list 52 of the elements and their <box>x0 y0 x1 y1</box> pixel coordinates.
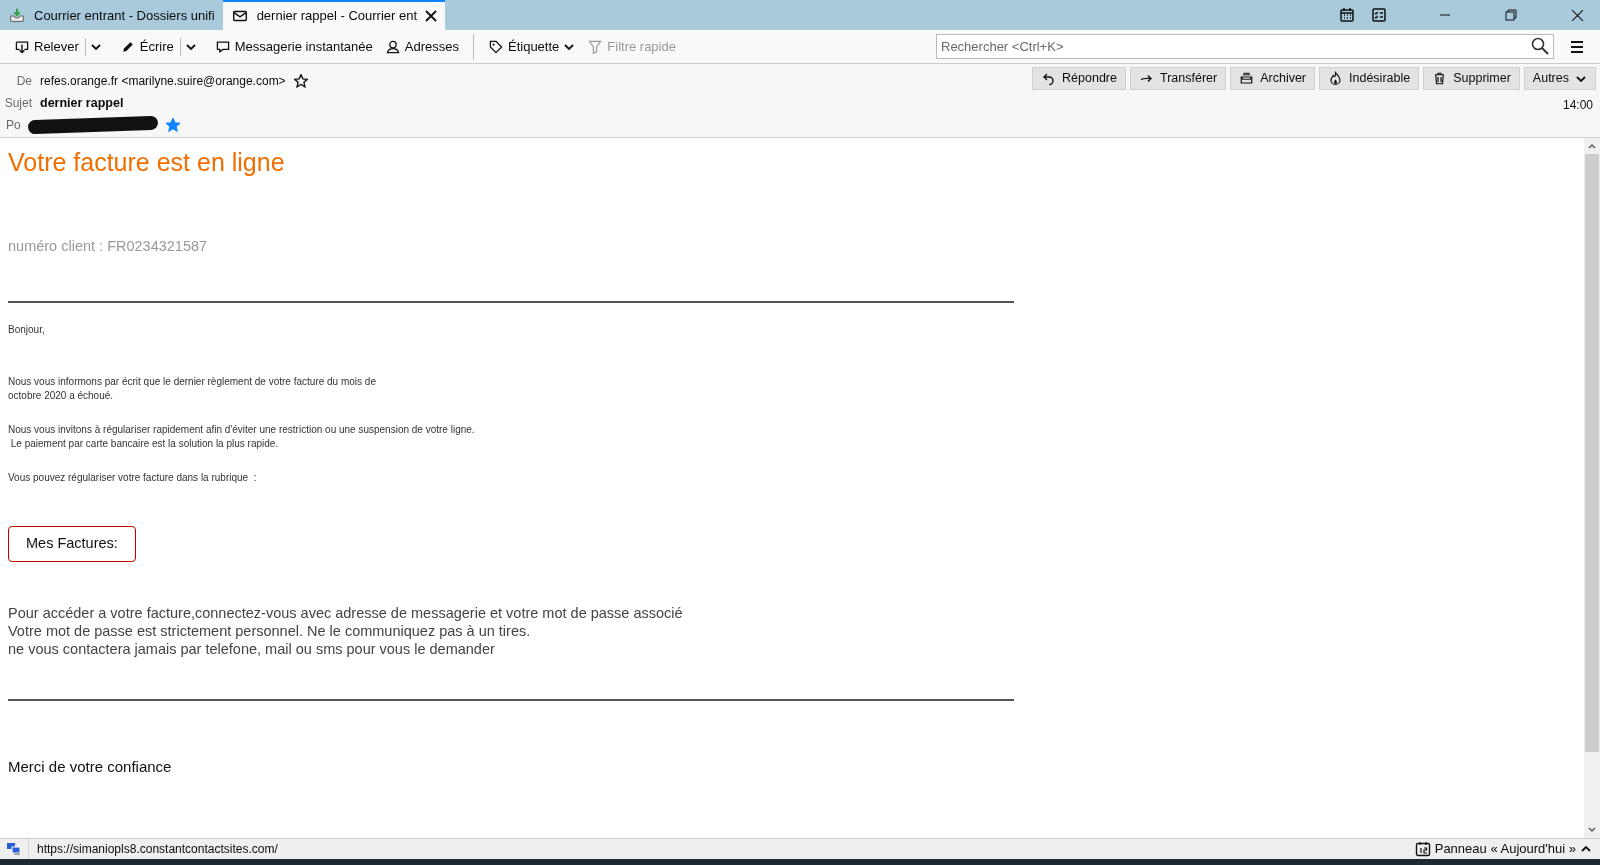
tab[interactable]: dernier rappel - Courrier ent <box>222 0 446 30</box>
filter-icon <box>587 38 604 55</box>
field-label: Po <box>5 117 22 134</box>
toolbar-button[interactable]: Étiquette <box>482 33 582 60</box>
tab-title: dernier rappel - Courrier ent <box>256 7 418 26</box>
star-icon[interactable] <box>166 118 180 132</box>
action-button[interactable]: Transférer <box>1130 67 1227 90</box>
network-computers-icon <box>6 842 22 856</box>
flame-icon <box>1328 71 1344 86</box>
tab-title: Courrier entrant - Dossiers unifi <box>34 7 215 26</box>
paragraph: Nous vous informons par écrit que le dernier règlement de votre facture du mois de octobre 2020 a échoué. <box>8 374 377 403</box>
today-pane-button[interactable]: Panneau « Aujourd'hui » <box>1414 839 1600 859</box>
tag-icon <box>488 38 504 55</box>
person-icon <box>384 38 401 55</box>
scrollbar[interactable] <box>1584 138 1600 838</box>
message-heading: Votre facture est en ligne <box>8 147 286 178</box>
field-value: refes.orange.fr <marilyne.suire@orange.com> <box>40 73 286 90</box>
greeting: Bonjour, <box>8 322 46 337</box>
search-field[interactable]: Rechercher <Ctrl+K> <box>936 34 1554 59</box>
menu-icon[interactable] <box>1570 39 1584 54</box>
calendar-day-icon <box>1414 841 1431 857</box>
action-button[interactable]: Autres <box>1523 67 1596 90</box>
toolbar-button[interactable]: Adresses <box>378 33 465 60</box>
field-label: Sujet <box>3 95 32 112</box>
status-url: https://simaniopls8.constantcontactsites.com/ <box>37 841 278 858</box>
action-button[interactable]: Archiver <box>1230 67 1316 90</box>
message-time: 14:00 <box>1562 97 1594 114</box>
reply-icon <box>1041 71 1057 86</box>
star-icon[interactable] <box>293 74 308 88</box>
action-button[interactable]: Supprimer <box>1423 67 1520 90</box>
closing-text: Merci de votre confiance <box>8 756 173 777</box>
tab[interactable]: Courrier entrant - Dossiers unifi <box>0 2 223 30</box>
archive-icon <box>1239 71 1255 86</box>
paragraph: Vous pouvez régulariser votre facture dans la rubrique : <box>8 470 258 485</box>
inbox-download-icon <box>8 7 26 25</box>
field-label: De <box>15 73 32 90</box>
action-button[interactable]: Répondre <box>1032 67 1126 90</box>
search-icon <box>1531 37 1549 55</box>
calendar-icon[interactable] <box>1339 7 1355 23</box>
close-icon[interactable] <box>1571 8 1584 22</box>
invoices-button[interactable]: Mes Factures: <box>8 525 136 562</box>
close-icon[interactable] <box>425 10 438 22</box>
toolbar-button[interactable]: Messagerie instantanée <box>208 33 379 60</box>
toolbar-button[interactable]: Écrire <box>113 33 180 60</box>
paragraph: Nous vous invitons à régulariser rapidement afin d'éviter une restriction ou une suspension de votre ligne. Le paiement par carte bancaire est la solution la plus rapide. <box>8 422 476 451</box>
field-value: dernier rappel <box>40 94 124 112</box>
client-number: numéro client : FR0234321587 <box>8 237 209 256</box>
action-button[interactable]: Indésirable <box>1319 67 1420 90</box>
restore-icon[interactable] <box>1505 9 1517 21</box>
notice-paragraph: Pour accéder a votre facture,connectez-vous avec adresse de messagerie et votre mot de passe associé Votre mot de passe est strictement personnel. Ne le communiquez pas à un tires. ne vous contactera jamais par telefone, mail ou sms pour vous le demander <box>8 603 684 658</box>
task-list-icon[interactable] <box>1371 7 1387 23</box>
toolbar-button[interactable]: Relever <box>8 33 85 60</box>
